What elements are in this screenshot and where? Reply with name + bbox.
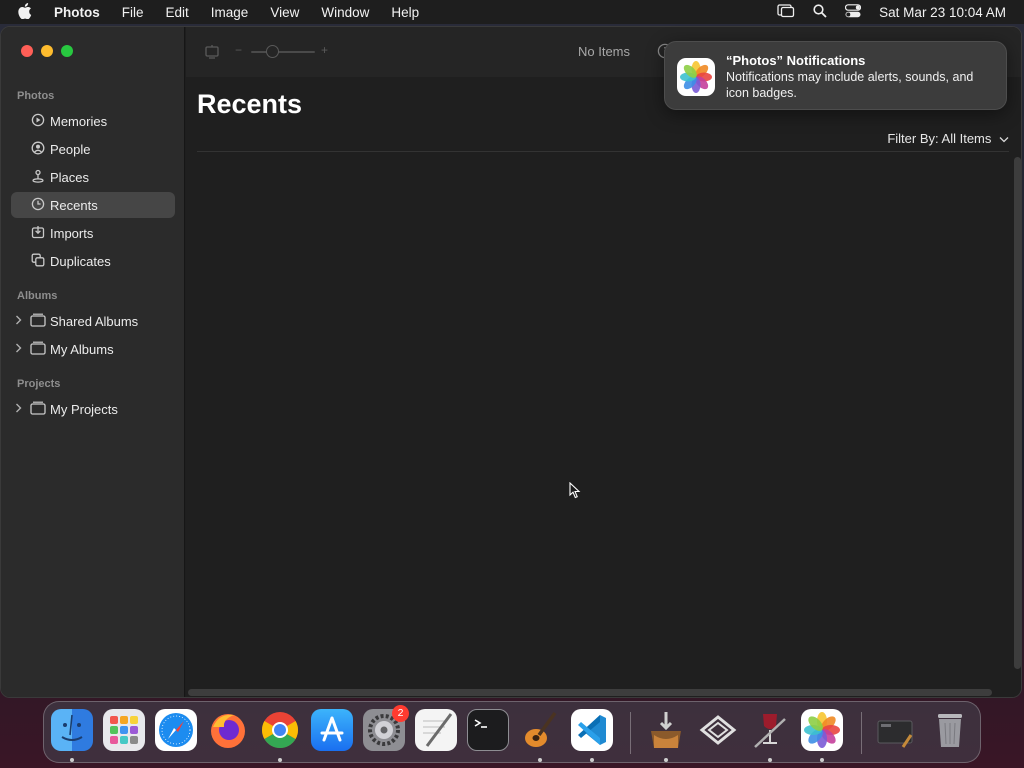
- sidebar-item-label: Places: [50, 169, 90, 185]
- spotlight-search-icon[interactable]: [813, 3, 827, 21]
- sidebar-item-label: My Projects: [50, 401, 118, 417]
- chevron-right-icon[interactable]: [15, 343, 22, 356]
- sidebar-item-people[interactable]: People: [11, 136, 175, 162]
- textedit-icon[interactable]: [415, 709, 457, 751]
- sidebar-section-photos: Photos: [17, 90, 55, 102]
- notification-banner[interactable]: “Photos” Notifications Notifications may…: [664, 41, 1007, 110]
- menu-view[interactable]: View: [270, 5, 299, 20]
- sidebar-item-label: Memories: [50, 113, 108, 129]
- horizontal-scrollbar[interactable]: [188, 689, 992, 696]
- chevron-right-icon[interactable]: [15, 315, 22, 328]
- running-indicator: [538, 758, 542, 762]
- sidebar-item-shared-albums[interactable]: Shared Albums: [11, 308, 175, 334]
- sidebar-item-memories[interactable]: Memories: [11, 108, 175, 134]
- main-content: − + No Items Recents Filter By: All Item…: [186, 27, 1021, 697]
- sidebar-item-label: Imports: [50, 225, 94, 241]
- slideshow-icon[interactable]: [204, 44, 220, 65]
- apple-menu-icon[interactable]: [18, 2, 38, 22]
- mouse-pointer-icon: [569, 481, 581, 504]
- sidebar-item-my-albums[interactable]: My Albums: [11, 336, 175, 362]
- menu-app-name[interactable]: Photos: [54, 5, 100, 20]
- notification-title: “Photos” Notifications: [726, 53, 866, 68]
- terminal-icon[interactable]: [467, 709, 509, 751]
- imports-icon: [29, 225, 47, 242]
- dock: 2: [43, 701, 981, 763]
- duplicates-icon: [29, 253, 47, 270]
- filter-value: All Items: [941, 131, 992, 146]
- sidebar-item-label: Recents: [50, 197, 98, 213]
- installer-icon[interactable]: [645, 709, 687, 751]
- chrome-icon[interactable]: [259, 709, 301, 751]
- dock-separator: [861, 712, 862, 754]
- trash-icon[interactable]: [929, 709, 971, 751]
- menu-file[interactable]: File: [122, 5, 144, 20]
- running-indicator: [278, 758, 282, 762]
- content-divider: [197, 151, 1009, 152]
- vscode-icon[interactable]: [571, 709, 613, 751]
- filter-label: Filter By:: [887, 131, 942, 146]
- launchpad-icon[interactable]: [103, 709, 145, 751]
- sidebar-item-places[interactable]: Places: [11, 164, 175, 190]
- chevron-right-icon[interactable]: [15, 403, 22, 416]
- sidebar-item-label: Duplicates: [50, 253, 111, 269]
- sidebar-item-label: My Albums: [50, 341, 114, 357]
- screen-mirroring-icon[interactable]: [777, 3, 795, 21]
- sidebar-item-label: Shared Albums: [50, 313, 139, 329]
- sidebar-item-duplicates[interactable]: Duplicates: [11, 248, 175, 274]
- running-indicator: [820, 758, 824, 762]
- folder-icon: [29, 341, 47, 358]
- notification-badge: 2: [392, 705, 409, 722]
- app-store-icon[interactable]: [311, 709, 353, 751]
- places-icon: [29, 169, 47, 186]
- photos-dock-icon[interactable]: [801, 709, 843, 751]
- running-indicator: [590, 758, 594, 762]
- page-title: Recents: [197, 89, 303, 119]
- close-button[interactable]: [21, 45, 33, 57]
- wine-icon[interactable]: [749, 709, 791, 751]
- screenshot-icon[interactable]: [875, 709, 917, 751]
- firefox-icon[interactable]: [207, 709, 249, 751]
- safari-icon[interactable]: [155, 709, 197, 751]
- menu-image[interactable]: Image: [211, 5, 249, 20]
- folder-icon: [29, 401, 47, 418]
- chevron-down-icon: [999, 131, 1009, 146]
- xcode-icon[interactable]: [697, 709, 739, 751]
- finder-icon[interactable]: [51, 709, 93, 751]
- item-count-status: No Items: [578, 44, 631, 59]
- sidebar-item-my-projects[interactable]: My Projects: [11, 396, 175, 422]
- running-indicator: [768, 758, 772, 762]
- zoom-button[interactable]: [61, 45, 73, 57]
- sidebar-section-albums: Albums: [17, 290, 58, 302]
- notification-body: Notifications may include alerts, sounds…: [726, 70, 974, 100]
- menu-bar: Photos File Edit Image View Window Help …: [0, 0, 1024, 24]
- running-indicator: [664, 758, 668, 762]
- zoom-in-button[interactable]: +: [321, 43, 328, 57]
- zoom-slider[interactable]: [251, 51, 315, 53]
- garageband-icon[interactable]: [519, 709, 561, 751]
- minimize-button[interactable]: [41, 45, 53, 57]
- sidebar-item-recents[interactable]: Recents: [11, 192, 175, 218]
- sidebar-section-projects: Projects: [17, 378, 61, 390]
- dock-separator: [630, 712, 631, 754]
- menubar-clock[interactable]: Sat Mar 23 10:04 AM: [879, 5, 1006, 20]
- menu-window[interactable]: Window: [321, 5, 369, 20]
- memories-icon: [29, 113, 47, 130]
- sidebar: Photos Memories People Places Recents Im…: [1, 27, 185, 697]
- menu-help[interactable]: Help: [391, 5, 419, 20]
- clock-icon: [29, 197, 47, 214]
- filter-dropdown[interactable]: Filter By: All Items: [887, 131, 1009, 146]
- shared-albums-icon: [29, 313, 47, 330]
- control-center-icon[interactable]: [845, 3, 862, 21]
- vertical-scrollbar[interactable]: [1014, 157, 1021, 669]
- photos-app-icon: [677, 58, 715, 96]
- zoom-out-button[interactable]: −: [235, 43, 242, 57]
- running-indicator: [70, 758, 74, 762]
- people-icon: [29, 141, 47, 158]
- zoom-slider-knob[interactable]: [266, 45, 279, 58]
- photos-window: Photos Memories People Places Recents Im…: [0, 26, 1022, 698]
- menu-edit[interactable]: Edit: [166, 5, 189, 20]
- sidebar-item-label: People: [50, 141, 91, 157]
- sidebar-item-imports[interactable]: Imports: [11, 220, 175, 246]
